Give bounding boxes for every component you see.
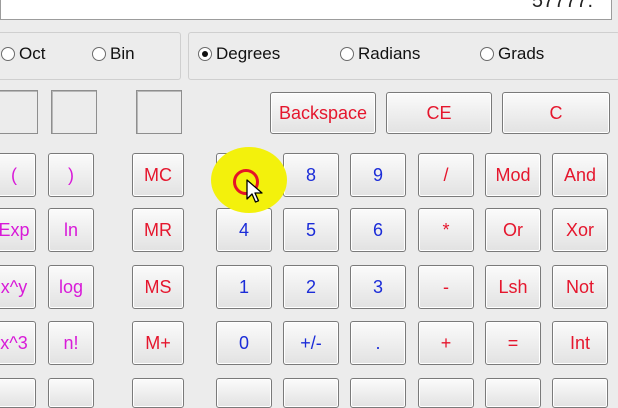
divide-button[interactable]: / [418,153,474,197]
plus-minus-button[interactable]: +/- [283,321,339,365]
radio-oct-label: Oct [19,44,46,63]
radio-grads-button[interactable] [480,47,494,61]
clear-button[interactable]: C [502,92,610,134]
ln-button[interactable]: ln [48,208,94,252]
display-value: 57777. [531,0,593,12]
radio-degrees-button[interactable] [198,47,212,61]
close-paren-button[interactable]: ) [48,153,94,197]
power-button[interactable]: x^y [0,265,36,309]
int-button[interactable]: Int [552,321,608,365]
digit-8-button[interactable]: 8 [283,153,339,197]
memory-add-button[interactable]: M+ [132,321,184,365]
button-row-partial[interactable] [485,378,541,408]
digit-9-button[interactable]: 9 [350,153,406,197]
digit-6-button[interactable]: 6 [350,208,406,252]
indicator-box [0,90,38,134]
digit-2-button[interactable]: 2 [283,265,339,309]
not-button[interactable]: Not [552,265,608,309]
button-row-partial[interactable] [418,378,474,408]
radio-grads[interactable]: Grads [480,44,544,64]
mod-button[interactable]: Mod [485,153,541,197]
equals-button[interactable]: = [485,321,541,365]
radio-bin-label: Bin [110,44,135,63]
lsh-button[interactable]: Lsh [485,265,541,309]
log-button[interactable]: log [48,265,94,309]
result-display: 57777. [0,0,612,20]
button-row-partial[interactable] [0,378,36,408]
exp-button[interactable]: Exp [0,208,36,252]
radio-radians-label: Radians [358,44,421,63]
button-row-partial[interactable] [552,378,608,408]
minus-button[interactable]: - [418,265,474,309]
indicator-box [51,90,97,134]
memory-clear-button[interactable]: MC [132,153,184,197]
radio-degrees-label: Degrees [216,44,281,63]
button-row-partial[interactable] [350,378,406,408]
radio-bin[interactable]: Bin [92,44,135,64]
decimal-button[interactable]: . [350,321,406,365]
radio-oct[interactable]: Oct [1,44,45,64]
digit-1-button[interactable]: 1 [216,265,272,309]
memory-store-button[interactable]: MS [132,265,184,309]
plus-button[interactable]: + [418,321,474,365]
radio-radians[interactable]: Radians [340,44,420,64]
open-paren-button[interactable]: ( [0,153,36,197]
multiply-button[interactable]: * [418,208,474,252]
cube-button[interactable]: x^3 [0,321,36,365]
button-row-partial[interactable] [48,378,94,408]
radio-grads-label: Grads [498,44,545,63]
digit-3-button[interactable]: 3 [350,265,406,309]
radio-oct-button[interactable] [1,47,15,61]
backspace-button[interactable]: Backspace [270,92,376,134]
radio-bin-button[interactable] [92,47,106,61]
memory-recall-button[interactable]: MR [132,208,184,252]
button-row-partial[interactable] [216,378,272,408]
memory-indicator-box [136,90,182,134]
xor-button[interactable]: Xor [552,208,608,252]
digit-4-button[interactable]: 4 [216,208,272,252]
or-button[interactable]: Or [485,208,541,252]
and-button[interactable]: And [552,153,608,197]
button-row-partial[interactable] [283,378,339,408]
button-row-partial[interactable] [132,378,184,408]
clear-entry-button[interactable]: CE [386,92,492,134]
factorial-button[interactable]: n! [48,321,94,365]
mouse-cursor-icon [246,179,263,203]
digit-5-button[interactable]: 5 [283,208,339,252]
radio-radians-button[interactable] [340,47,354,61]
digit-0-button[interactable]: 0 [216,321,272,365]
radio-degrees[interactable]: Degrees [198,44,280,64]
